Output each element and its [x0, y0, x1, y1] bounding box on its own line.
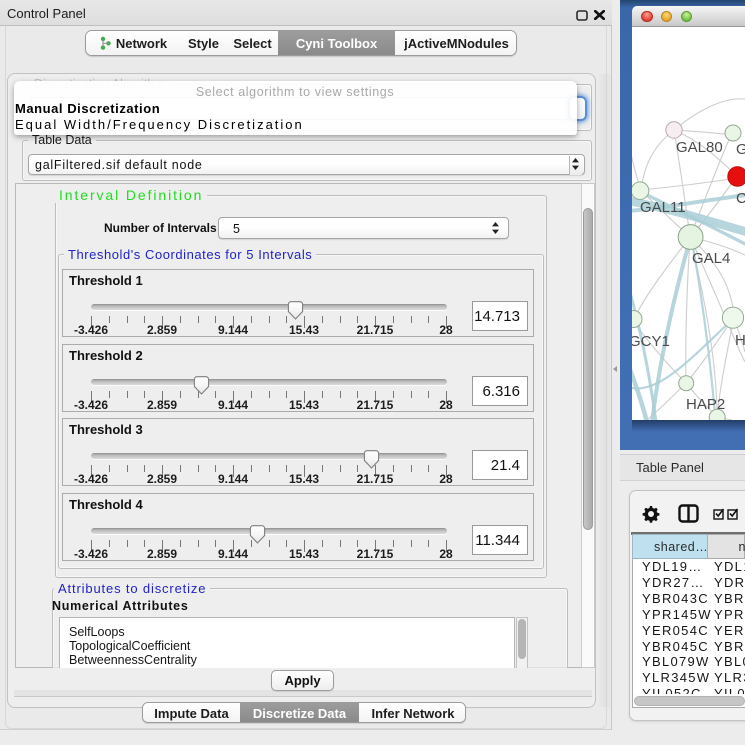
svg-text:CA: CA — [736, 190, 745, 207]
svg-text:GAL11: GAL11 — [640, 199, 686, 216]
svg-text:GAL80: GAL80 — [676, 139, 723, 156]
svg-text:HAP2: HAP2 — [686, 396, 725, 413]
svg-text:GA: GA — [736, 141, 745, 158]
svg-text:HA: HA — [735, 332, 745, 349]
svg-text:GCY1: GCY1 — [632, 333, 670, 350]
svg-text:GAL4: GAL4 — [692, 250, 730, 267]
